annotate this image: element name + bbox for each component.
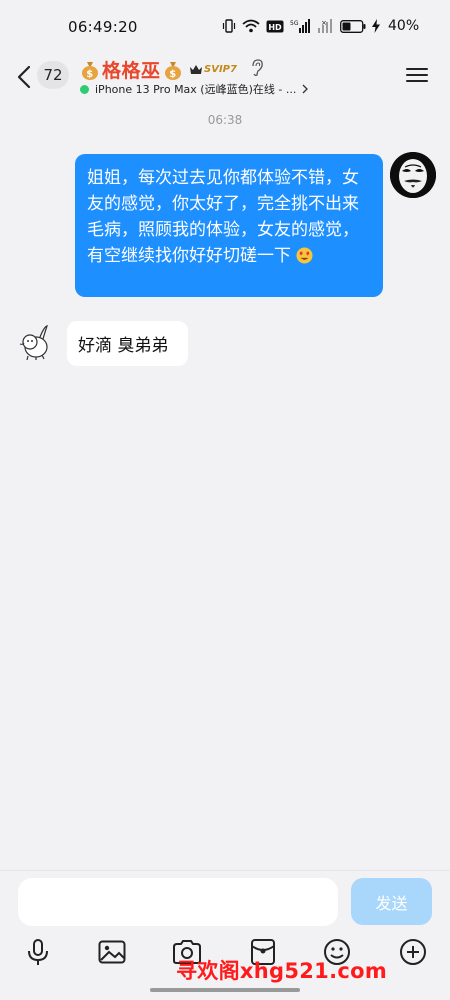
charging-icon	[372, 19, 380, 33]
vip-crown-icon	[190, 65, 202, 74]
online-status-dot	[80, 84, 89, 94]
message-text: 姐姐，每次过去见你都体验不错，女友的感觉，你太好了，完全挑不出来毛病，照顾我的体…	[87, 168, 359, 266]
menu-icon-bar	[406, 68, 428, 70]
menu-icon-bar	[406, 80, 428, 82]
image-button[interactable]	[95, 935, 129, 969]
menu-icon-bar	[406, 74, 428, 76]
device-status[interactable]: iPhone 13 Pro Max (远峰蓝色)在线 - ...	[80, 81, 309, 97]
my-avatar[interactable]	[390, 152, 436, 198]
heart-eyes-emoji-icon	[296, 247, 313, 264]
contact-avatar[interactable]	[14, 322, 54, 362]
status-time: 06:49:20	[68, 18, 138, 36]
chat-header: 72 $ 格格巫 $ SVIP7 iPhone 13 Pro Max (远峰蓝色…	[0, 56, 450, 100]
voice-button[interactable]	[21, 935, 55, 969]
incoming-message-bubble[interactable]: 好滴 臭弟弟	[67, 321, 188, 366]
microphone-icon	[28, 939, 48, 965]
wifi-icon	[242, 19, 260, 33]
svip-badge[interactable]: SVIP7	[190, 61, 237, 77]
battery-percent: 40%	[388, 18, 420, 34]
svg-text:$: $	[86, 69, 93, 80]
outgoing-message-bubble[interactable]: 姐姐，每次过去见你都体验不错，女友的感觉，你太好了，完全挑不出来毛病，照顾我的体…	[75, 154, 383, 297]
hd-icon: HD	[266, 20, 284, 32]
battery-icon	[340, 19, 366, 33]
contact-name[interactable]: $ 格格巫 $	[78, 56, 185, 83]
status-bar: 06:49:20 HD 5G × 40%	[0, 0, 450, 56]
contact-name-text: 格格巫	[102, 60, 161, 82]
signal-5g-icon: 5G	[290, 19, 310, 33]
status-icons: HD 5G × 40%	[222, 18, 419, 34]
device-status-text: iPhone 13 Pro Max (远峰蓝色)在线 - ...	[95, 83, 297, 96]
mask-avatar-image	[390, 152, 436, 198]
menu-button[interactable]	[406, 64, 432, 86]
svg-text:HD: HD	[268, 23, 282, 32]
ear-icon[interactable]	[250, 59, 264, 77]
svg-text:$: $	[169, 69, 176, 80]
more-button[interactable]	[396, 935, 430, 969]
money-bag-icon: $	[82, 61, 98, 80]
signal-weak-icon: ×	[318, 19, 332, 33]
back-button[interactable]	[12, 62, 36, 92]
message-text: 好滴 臭弟弟	[78, 336, 169, 356]
money-bag-icon: $	[164, 61, 181, 80]
chevron-left-icon	[17, 65, 31, 89]
svg-text:5G: 5G	[290, 20, 299, 27]
home-indicator[interactable]	[150, 988, 300, 992]
vibrate-icon	[222, 19, 236, 33]
image-icon	[98, 940, 126, 964]
unread-count-badge[interactable]: 72	[37, 61, 69, 89]
watermark: 寻欢阁xhg521.com	[176, 959, 387, 983]
chevron-right-icon	[302, 84, 309, 94]
cartoon-avatar-image	[14, 322, 54, 362]
message-input[interactable]	[18, 878, 338, 926]
send-button[interactable]: 发送	[351, 878, 432, 925]
plus-icon	[400, 939, 426, 965]
message-timestamp: 06:38	[207, 113, 243, 127]
svip-label: SVIP7	[204, 63, 237, 75]
svg-text:×: ×	[321, 19, 327, 27]
